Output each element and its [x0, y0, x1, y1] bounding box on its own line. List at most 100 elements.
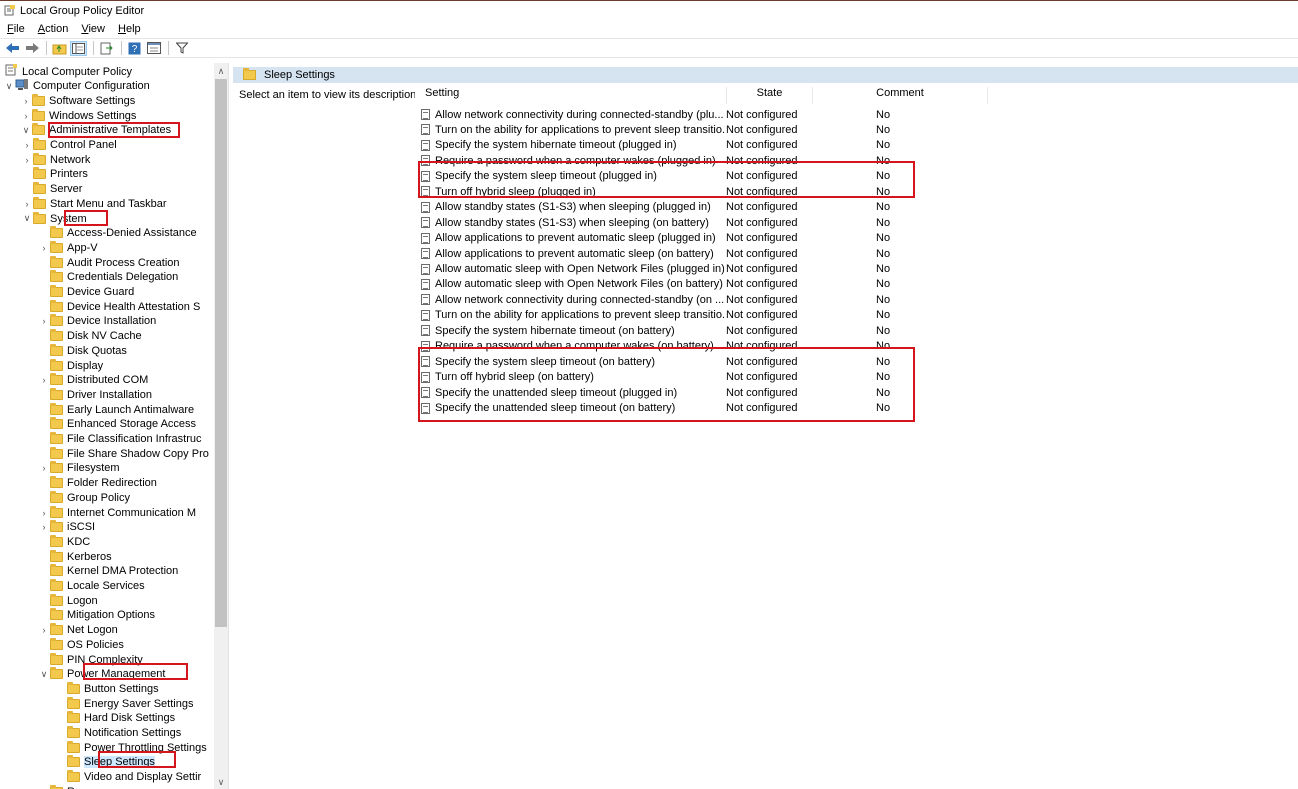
tree-item[interactable]: Video and Display Settir	[55, 770, 201, 785]
tree-item[interactable]: Button Settings	[55, 681, 159, 696]
list-item[interactable]: Allow standby states (S1-S3) when sleepi…	[421, 200, 1121, 215]
tree-item[interactable]: ∨ Power Management	[38, 667, 165, 682]
list-item[interactable]: Turn off hybrid sleep (plugged in) Not co…	[421, 184, 1121, 199]
list-item[interactable]: Turn on the ability for applications to …	[421, 122, 1121, 137]
tree-item[interactable]: Logon	[38, 593, 98, 608]
tree-item[interactable]: › Network	[21, 152, 90, 167]
list-item[interactable]: Specify the system sleep timeout (plugge…	[421, 169, 1121, 184]
list-item[interactable]: Require a password when a computer wakes…	[421, 153, 1121, 168]
export-list-icon[interactable]	[98, 41, 115, 56]
scroll-down-icon[interactable]: ∨	[214, 775, 228, 789]
tree-item[interactable]: KDC	[38, 534, 90, 549]
forward-arrow-icon[interactable]	[23, 41, 40, 56]
tree-item[interactable]: Locale Services	[38, 579, 145, 594]
tree-item[interactable]: File Classification Infrastruc	[38, 432, 202, 447]
list-item[interactable]: Specify the system hibernate timeout (pl…	[421, 138, 1121, 153]
tree-item[interactable]: › App-V	[38, 240, 98, 255]
tree-item[interactable]: Group Policy	[38, 490, 130, 505]
tree-item[interactable]: › Software Settings	[20, 93, 135, 108]
tree-item[interactable]: File Share Shadow Copy Pro	[38, 446, 209, 461]
settings-list[interactable]: Setting State Comment Allow network conn…	[415, 83, 1298, 789]
list-item[interactable]: Specify the system sleep timeout (on bat…	[421, 354, 1121, 369]
tree-item[interactable]: Kerberos	[38, 549, 112, 564]
tree-item[interactable]: › Start Menu and Taskbar	[21, 196, 167, 211]
tree-item[interactable]: Recovery	[38, 784, 113, 789]
chevron-right-icon[interactable]: ›	[38, 522, 50, 532]
tree-item[interactable]: Sleep Settings	[55, 755, 155, 770]
chevron-right-icon[interactable]: ›	[38, 463, 50, 473]
chevron-right-icon[interactable]: ›	[38, 243, 50, 253]
tree-item[interactable]: › Net Logon	[38, 623, 118, 638]
scroll-thumb[interactable]	[215, 79, 227, 627]
tree-item[interactable]: › Windows Settings	[20, 108, 136, 123]
list-item[interactable]: Allow network connectivity during connec…	[421, 107, 1121, 122]
chevron-right-icon[interactable]: ›	[38, 625, 50, 635]
column-header-state[interactable]: State	[727, 87, 813, 104]
tree-item[interactable]: Hard Disk Settings	[55, 711, 175, 726]
tree-scrollbar[interactable]: ∧ ∨	[214, 63, 228, 789]
chevron-down-icon[interactable]: ∨	[20, 125, 32, 136]
chevron-right-icon[interactable]: ›	[38, 316, 50, 326]
tree-item[interactable]: ∨ Administrative Templates	[20, 123, 171, 138]
tree-item[interactable]: Disk NV Cache	[38, 329, 142, 344]
tree-item[interactable]: Device Health Attestation S	[38, 299, 200, 314]
list-item[interactable]: Specify the unattended sleep timeout (on…	[421, 401, 1121, 416]
tree-item[interactable]: Energy Saver Settings	[55, 696, 193, 711]
tree-item[interactable]: › Distributed COM	[38, 373, 148, 388]
tree-item[interactable]: › Filesystem	[38, 461, 120, 476]
tree-item[interactable]: Folder Redirection	[38, 476, 157, 491]
chevron-right-icon[interactable]: ›	[21, 140, 33, 150]
list-item[interactable]: Turn off hybrid sleep (on battery) Not co…	[421, 370, 1121, 385]
column-header-setting[interactable]: Setting	[425, 87, 727, 104]
column-header-comment[interactable]: Comment	[813, 87, 988, 104]
tree-item[interactable]: Display	[38, 358, 103, 373]
chevron-right-icon[interactable]: ›	[21, 155, 33, 165]
list-item[interactable]: Turn on the ability for applications to …	[421, 308, 1121, 323]
tree-item[interactable]: Local Computer Policy	[3, 64, 132, 79]
tree-item[interactable]: Server	[21, 182, 82, 197]
tree-item[interactable]: Power Throttling Settings	[55, 740, 207, 755]
tree-item[interactable]: ∨ Computer Configuration	[3, 78, 150, 94]
tree-item[interactable]: Audit Process Creation	[38, 255, 180, 270]
menu-help[interactable]: Help	[118, 23, 141, 35]
tree-item[interactable]: Mitigation Options	[38, 608, 155, 623]
list-item[interactable]: Specify the unattended sleep timeout (pl…	[421, 385, 1121, 400]
chevron-right-icon[interactable]: ›	[38, 375, 50, 385]
console-tree[interactable]: Local Computer Policy ∨ Computer Configura…	[0, 63, 229, 789]
scroll-up-icon[interactable]: ∧	[214, 64, 228, 78]
menu-view[interactable]: View	[81, 23, 105, 35]
tree-item[interactable]: Credentials Delegation	[38, 270, 178, 285]
chevron-right-icon[interactable]: ›	[21, 199, 33, 209]
back-arrow-icon[interactable]	[4, 41, 21, 56]
list-item[interactable]: Specify the system hibernate timeout (on…	[421, 323, 1121, 338]
tree-item[interactable]: Device Guard	[38, 285, 134, 300]
list-item[interactable]: Allow applications to prevent automatic …	[421, 246, 1121, 261]
tree-item[interactable]: Printers	[21, 167, 88, 182]
up-folder-icon[interactable]	[51, 41, 68, 56]
tree-item[interactable]: Early Launch Antimalware	[38, 402, 194, 417]
chevron-down-icon[interactable]: ∨	[3, 81, 15, 92]
tree-item[interactable]: ∨ System	[21, 211, 87, 226]
chevron-down-icon[interactable]: ∨	[21, 213, 33, 224]
tree-item[interactable]: Kernel DMA Protection	[38, 564, 178, 579]
tree-item[interactable]: Disk Quotas	[38, 343, 127, 358]
properties-icon[interactable]	[145, 41, 162, 56]
chevron-right-icon[interactable]: ›	[20, 96, 32, 106]
tree-item[interactable]: Access-Denied Assistance	[38, 226, 197, 241]
chevron-right-icon[interactable]: ›	[38, 508, 50, 518]
tree-item[interactable]: Notification Settings	[55, 726, 181, 741]
chevron-down-icon[interactable]: ∨	[38, 669, 50, 680]
tree-item[interactable]: › Control Panel	[21, 138, 117, 153]
menu-file[interactable]: File	[7, 23, 25, 35]
list-item[interactable]: Require a password when a computer wakes…	[421, 339, 1121, 354]
tree-item[interactable]: PIN Complexity	[38, 652, 143, 667]
console-tree-icon[interactable]	[70, 40, 87, 56]
list-item[interactable]: Allow network connectivity during connec…	[421, 292, 1121, 307]
list-item[interactable]: Allow applications to prevent automatic …	[421, 231, 1121, 246]
tree-item[interactable]: Enhanced Storage Access	[38, 417, 196, 432]
tree-item[interactable]: › Internet Communication M	[38, 505, 196, 520]
menu-action[interactable]: Action	[38, 23, 69, 35]
tree-item[interactable]: Driver Installation	[38, 387, 152, 402]
tree-item[interactable]: › Device Installation	[38, 314, 156, 329]
tree-item[interactable]: › iSCSI	[38, 520, 95, 535]
